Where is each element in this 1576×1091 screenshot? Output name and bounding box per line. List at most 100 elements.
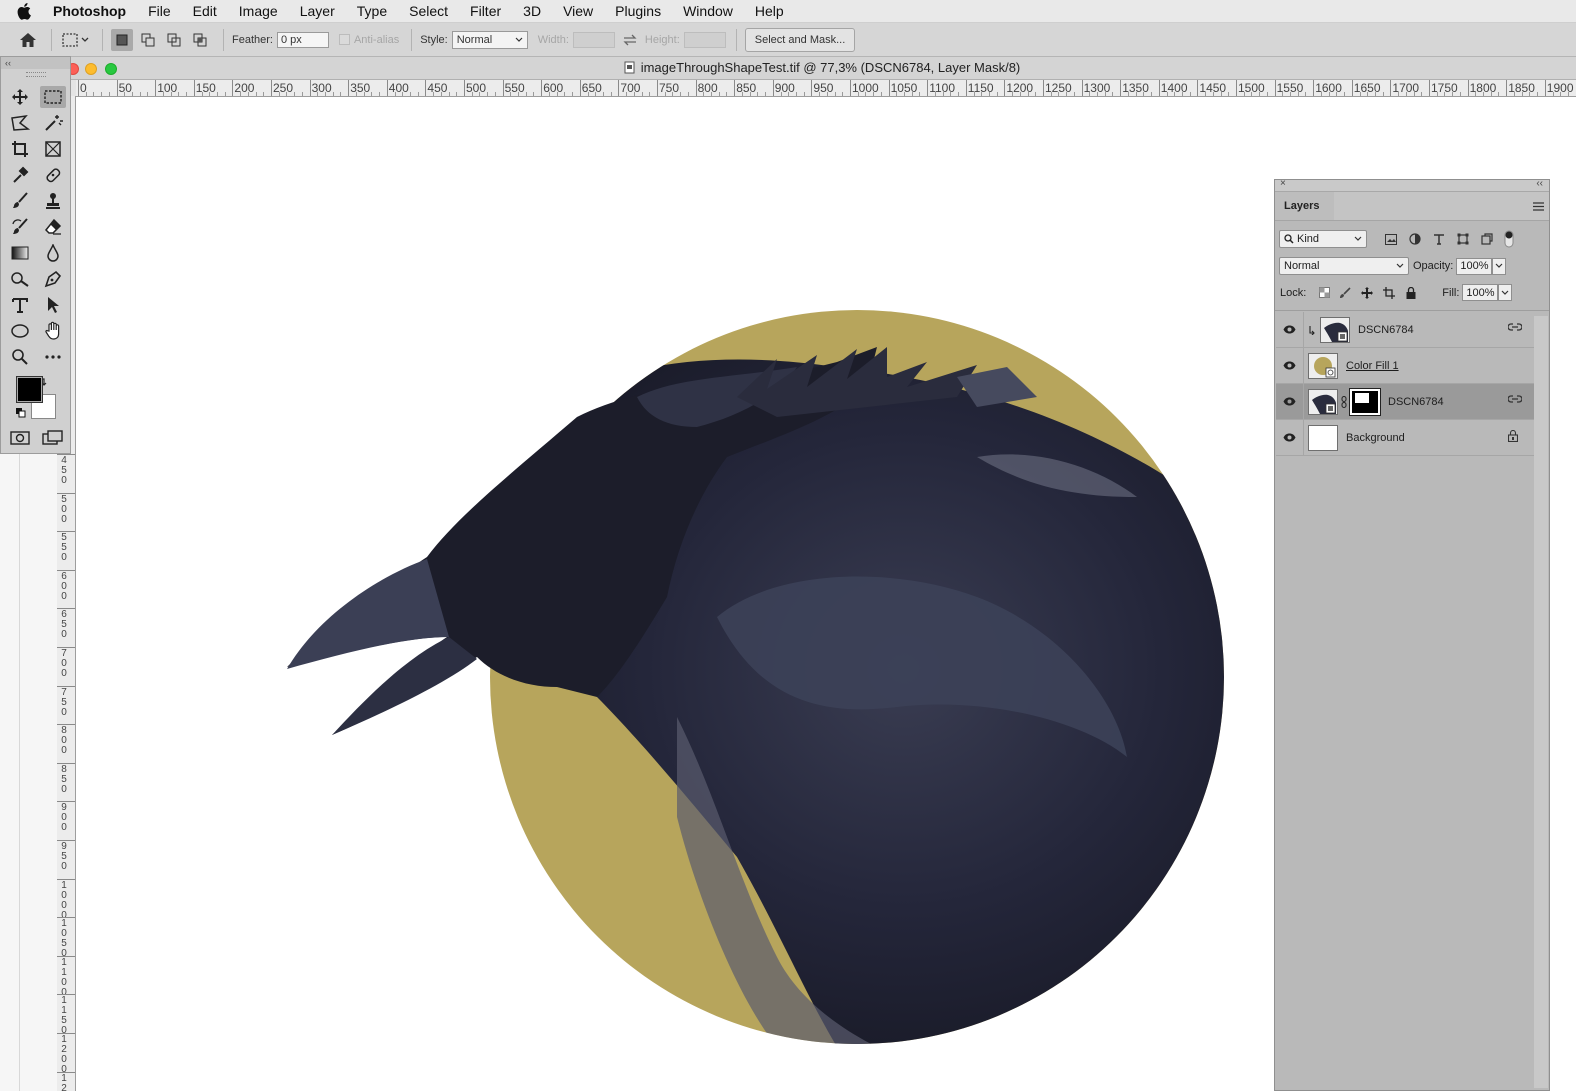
- menu-edit[interactable]: Edit: [182, 3, 228, 19]
- healing-brush-tool-icon[interactable]: [40, 164, 66, 186]
- ruler-minor-tick: [602, 92, 604, 96]
- layer-row-background[interactable]: Background: [1276, 420, 1534, 456]
- ruler-horizontal[interactable]: 0 50 100 150 200 250 300 350 400 450 500 550 600 650 7…: [76, 80, 1576, 97]
- filter-shape-icon[interactable]: [1451, 233, 1475, 245]
- panel-grip[interactable]: [25, 72, 46, 77]
- magic-wand-tool-icon[interactable]: [40, 112, 66, 134]
- move-tool-icon[interactable]: [7, 86, 33, 108]
- clone-stamp-tool-icon[interactable]: [40, 190, 66, 212]
- home-icon[interactable]: [13, 32, 43, 48]
- close-panel-icon[interactable]: ×: [1280, 178, 1286, 189]
- panel-menu-icon[interactable]: [1533, 200, 1544, 214]
- filter-kind-select[interactable]: Kind: [1279, 230, 1367, 248]
- lock-transparent-pixels-icon[interactable]: [1314, 287, 1334, 298]
- ellipse-tool-icon[interactable]: [7, 320, 33, 342]
- height-input[interactable]: [683, 31, 726, 48]
- default-colors-icon[interactable]: [15, 407, 27, 422]
- antialias-checkbox[interactable]: Anti-alias: [338, 34, 403, 46]
- brush-tool-icon[interactable]: [7, 190, 33, 212]
- ruler-minor-tick: [857, 92, 859, 96]
- blend-mode-select[interactable]: Normal: [1279, 257, 1409, 275]
- menu-layer[interactable]: Layer: [289, 3, 346, 19]
- fill-input[interactable]: 100%: [1462, 284, 1499, 301]
- menu-photoshop[interactable]: Photoshop: [53, 3, 137, 19]
- collapse-panel-icon[interactable]: ‹‹: [1536, 178, 1543, 189]
- style-select[interactable]: Normal: [451, 30, 528, 49]
- menu-type[interactable]: Type: [346, 3, 398, 19]
- screen-mode-icon[interactable]: [40, 427, 66, 449]
- select-and-mask-button[interactable]: Select and Mask...: [744, 27, 856, 52]
- link-icon[interactable]: [1507, 394, 1523, 407]
- new-selection-icon[interactable]: [111, 28, 133, 51]
- eraser-tool-icon[interactable]: [40, 216, 66, 238]
- menu-help[interactable]: Help: [744, 3, 795, 19]
- filter-smart-object-icon[interactable]: [1475, 233, 1499, 245]
- more-tools-icon[interactable]: [40, 346, 66, 368]
- feather-input[interactable]: 0 px: [276, 31, 329, 48]
- layer-mask-thumbnail[interactable]: [1349, 387, 1381, 416]
- marquee-preset-picker[interactable]: [60, 32, 94, 47]
- crop-tool-icon[interactable]: [7, 138, 33, 160]
- visibility-eye-icon[interactable]: [1276, 384, 1304, 419]
- fill-dropdown[interactable]: [1498, 284, 1513, 301]
- gradient-tool-icon[interactable]: [7, 242, 33, 264]
- swap-width-height-icon[interactable]: [615, 34, 645, 46]
- visibility-eye-icon[interactable]: [1276, 312, 1304, 347]
- ruler-label: 1200: [61, 1034, 67, 1075]
- zoom-tool-icon[interactable]: [7, 346, 33, 368]
- type-tool-icon[interactable]: [7, 294, 33, 316]
- blur-tool-icon[interactable]: [40, 242, 66, 264]
- visibility-eye-icon[interactable]: [1276, 420, 1304, 455]
- menu-filter[interactable]: Filter: [459, 3, 512, 19]
- layer-row-dscn6784-clipped[interactable]: DSCN6784: [1276, 312, 1534, 348]
- layer-row-color-fill-1[interactable]: Color Fill 1: [1276, 348, 1534, 384]
- lock-position-icon[interactable]: [1356, 286, 1378, 299]
- frame-tool-icon[interactable]: [40, 138, 66, 160]
- checkbox-box: [338, 34, 350, 45]
- opacity-dropdown[interactable]: [1492, 257, 1507, 275]
- filter-adjustment-icon[interactable]: [1403, 233, 1427, 245]
- foreground-color-swatch[interactable]: [16, 376, 43, 403]
- quick-mask-icon[interactable]: [7, 427, 33, 449]
- intersect-selection-icon[interactable]: [189, 29, 211, 51]
- pen-tool-icon[interactable]: [40, 268, 66, 290]
- menu-select[interactable]: Select: [398, 3, 459, 19]
- layer-row-dscn6784-masked[interactable]: DSCN6784: [1276, 384, 1534, 420]
- layers-scrollbar[interactable]: [1534, 316, 1548, 1088]
- menu-plugins[interactable]: Plugins: [604, 3, 672, 19]
- lock-image-pixels-icon[interactable]: [1334, 286, 1356, 299]
- collapse-panel-icon[interactable]: ‹‹: [5, 58, 11, 68]
- dodge-tool-icon[interactable]: [7, 268, 33, 290]
- menu-image[interactable]: Image: [228, 3, 289, 19]
- layers-panel-header[interactable]: × ‹‹: [1275, 178, 1549, 192]
- marquee-tool-icon[interactable]: [40, 86, 66, 108]
- ruler-label: 1750: [1431, 81, 1458, 95]
- tools-panel: ‹‹: [0, 56, 71, 454]
- opacity-input[interactable]: 100%: [1456, 257, 1493, 275]
- tools-panel-header[interactable]: ‹‹: [1, 57, 70, 69]
- polygonal-lasso-tool-icon[interactable]: [7, 112, 33, 134]
- mask-link-icon[interactable]: [1338, 395, 1350, 408]
- width-input[interactable]: [572, 31, 615, 48]
- link-icon[interactable]: [1507, 322, 1523, 335]
- add-to-selection-icon[interactable]: [137, 29, 159, 51]
- menu-3d[interactable]: 3D: [512, 3, 552, 19]
- subtract-from-selection-icon[interactable]: [163, 29, 185, 51]
- hand-tool-icon[interactable]: [40, 320, 66, 342]
- filter-type-icon[interactable]: [1427, 233, 1451, 245]
- filter-toggle-switch[interactable]: [1499, 230, 1519, 248]
- history-brush-tool-icon[interactable]: [7, 216, 33, 238]
- path-selection-tool-icon[interactable]: [40, 294, 66, 316]
- fill-label: Fill:: [1442, 286, 1460, 299]
- filter-pixel-icon[interactable]: [1379, 233, 1403, 245]
- lock-artboard-icon[interactable]: [1378, 286, 1400, 299]
- ruler-minor-tick: [680, 92, 682, 96]
- eyedropper-tool-icon[interactable]: [7, 164, 33, 186]
- lock-all-icon[interactable]: [1400, 286, 1422, 299]
- menu-file[interactable]: File: [137, 3, 182, 19]
- apple-icon[interactable]: [17, 2, 39, 20]
- menu-window[interactable]: Window: [672, 3, 744, 19]
- menu-view[interactable]: View: [552, 3, 604, 19]
- tab-layers[interactable]: Layers: [1275, 192, 1334, 220]
- visibility-eye-icon[interactable]: [1276, 348, 1304, 383]
